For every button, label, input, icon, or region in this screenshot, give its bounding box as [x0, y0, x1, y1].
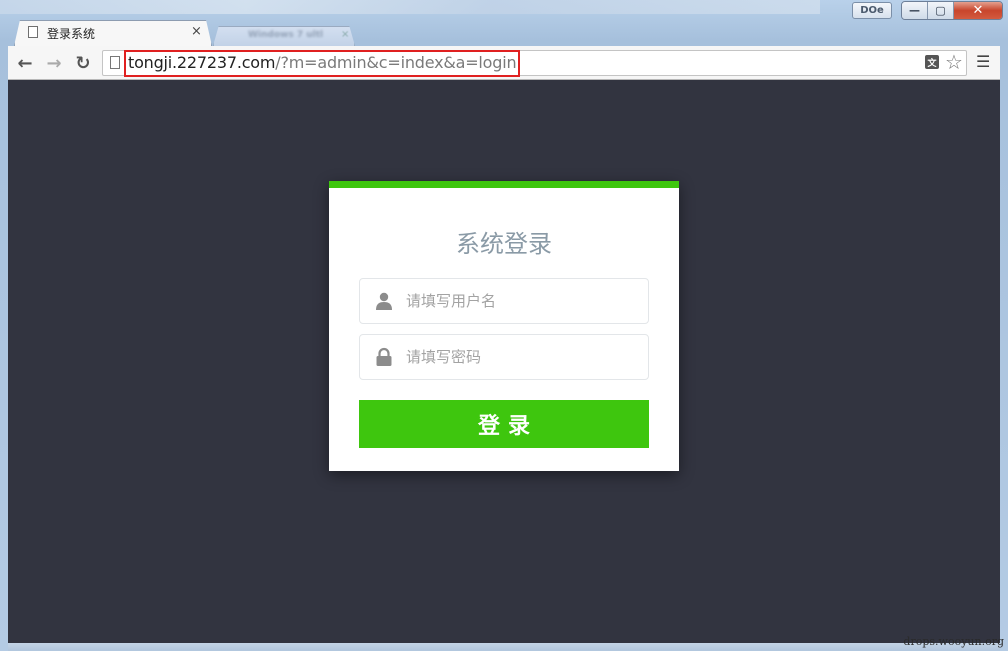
reload-icon[interactable]: ↻ — [70, 50, 96, 76]
page-icon — [28, 26, 38, 38]
login-title: 系统登录 — [456, 230, 552, 258]
menu-icon[interactable]: ☰ — [976, 52, 990, 71]
window-caption-buttons: — ▢ ✕ — [901, 1, 1003, 20]
watermark: drops.wooyun.org — [903, 635, 1004, 648]
tab-login[interactable] — [14, 20, 212, 46]
lock-icon — [376, 347, 392, 366]
tab-close-icon[interactable]: × — [191, 24, 202, 39]
tab-inactive-title[interactable]: Windows 7 ultl — [248, 30, 323, 40]
forward-icon[interactable]: → — [41, 50, 67, 76]
tab-title[interactable]: 登录系统 — [47, 25, 95, 42]
username-field[interactable] — [359, 278, 649, 324]
star-icon[interactable]: ☆ — [945, 50, 963, 74]
blurred-taskbar-area — [0, 0, 820, 14]
back-icon[interactable]: ← — [12, 50, 38, 76]
translate-icon[interactable]: 文 — [925, 55, 939, 69]
password-field[interactable] — [359, 334, 649, 380]
user-icon — [376, 292, 392, 310]
close-window-button[interactable]: ✕ — [954, 2, 1002, 19]
password-input[interactable] — [406, 345, 636, 369]
maximize-button[interactable]: ▢ — [928, 2, 954, 19]
login-card: 系统登录 登录 — [329, 181, 679, 471]
tab-inactive-close-icon[interactable]: × — [341, 29, 349, 40]
username-input[interactable] — [406, 289, 636, 313]
login-button[interactable]: 登录 — [359, 400, 649, 448]
window-bottom-border — [8, 643, 1000, 651]
minimize-button[interactable]: — — [902, 2, 928, 19]
url-highlight-box — [124, 50, 520, 77]
page-info-icon[interactable] — [110, 56, 120, 69]
profile-badge[interactable]: DOe — [852, 2, 892, 19]
